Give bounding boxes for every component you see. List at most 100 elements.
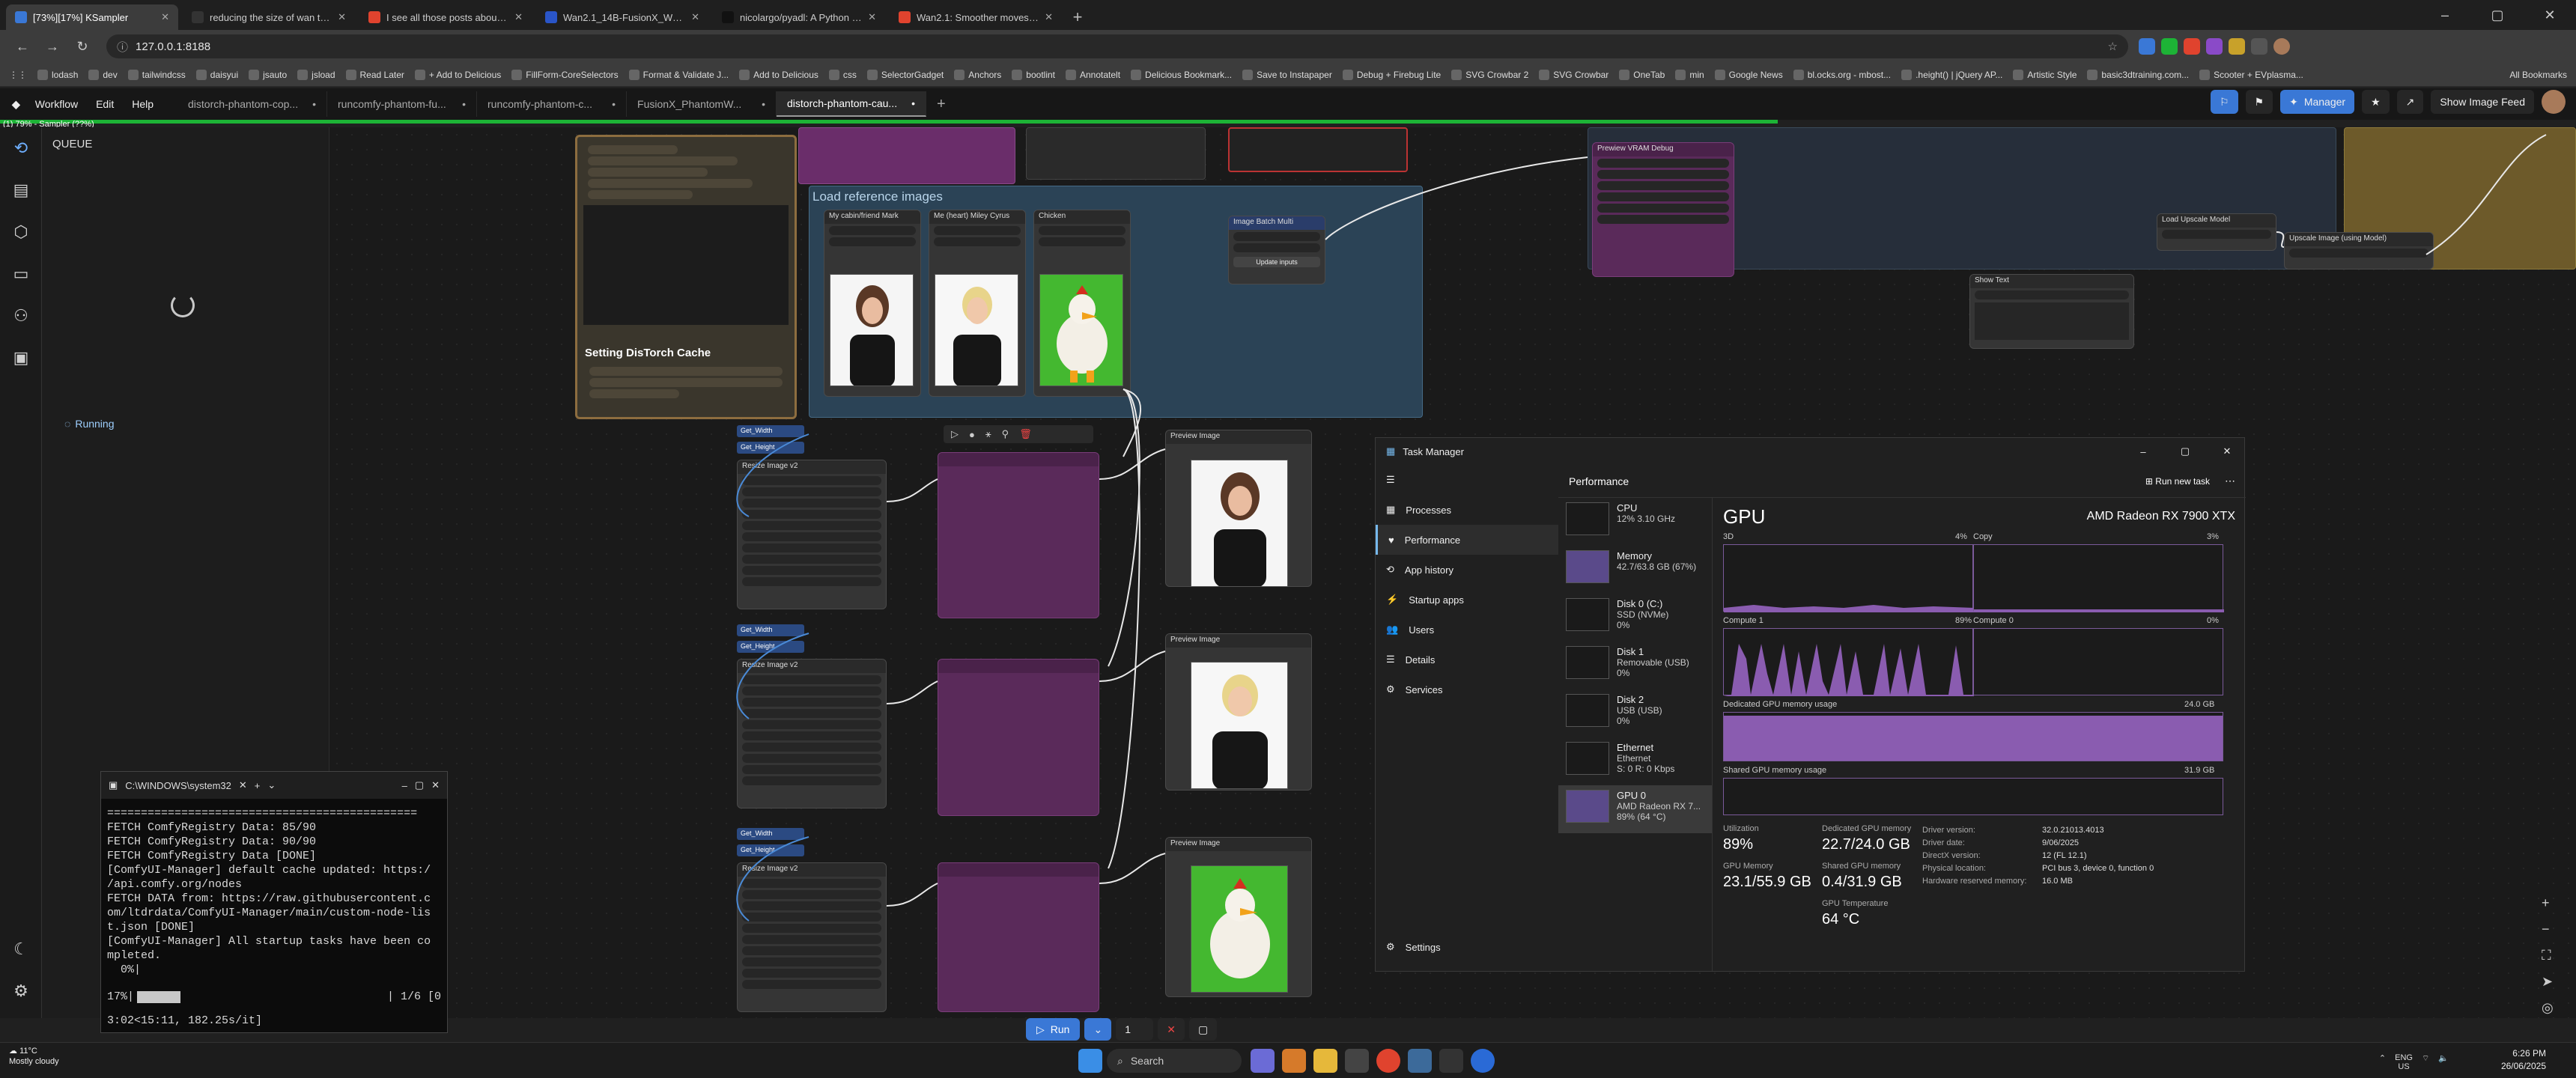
browser-tab[interactable]: I see all those posts about Fu ✕ bbox=[359, 4, 532, 30]
user-avatar[interactable] bbox=[2542, 90, 2566, 114]
task-manager-window[interactable]: ▦ Task Manager – ▢ ✕ ☰ ▦ Processes ♥ Perfor… bbox=[1375, 437, 2246, 972]
images-icon[interactable]: ▣ bbox=[0, 337, 42, 379]
all-bookmarks[interactable]: All Bookmarks bbox=[2509, 70, 2567, 80]
perf-item[interactable]: Disk 1 Removable (USB) 0% bbox=[1558, 642, 1712, 689]
tab-close-icon[interactable]: ✕ bbox=[868, 11, 876, 23]
workflow-tab[interactable]: distorch-phantom-cau... • bbox=[777, 91, 927, 117]
canvas-mode-button[interactable]: ⚐ bbox=[2210, 90, 2238, 114]
close-button[interactable]: ✕ bbox=[2210, 445, 2244, 457]
bookmark-item[interactable]: Debug + Firebug Lite bbox=[1342, 69, 1441, 80]
extension-icon[interactable] bbox=[2184, 38, 2200, 55]
volume-icon[interactable]: 🔈 bbox=[2438, 1053, 2449, 1071]
extension-icon[interactable] bbox=[2229, 38, 2245, 55]
minimize-button[interactable]: – bbox=[2126, 446, 2160, 457]
show-image-feed-button[interactable]: Show Image Feed bbox=[2431, 90, 2534, 114]
terminal-taskbar-icon[interactable] bbox=[1439, 1049, 1463, 1073]
nav-app-history[interactable]: ⟲ App history bbox=[1376, 555, 1558, 585]
tab-close-icon[interactable]: • bbox=[612, 98, 616, 110]
bookmark-item[interactable]: dev bbox=[88, 69, 118, 80]
taskbar-search[interactable]: ⌕ Search bbox=[1107, 1049, 1242, 1073]
tab-close-icon[interactable]: • bbox=[762, 98, 765, 110]
nav-details[interactable]: ☰ Details bbox=[1376, 645, 1558, 674]
menu-edit[interactable]: Edit bbox=[87, 98, 123, 110]
running-status[interactable]: ◌ Running bbox=[64, 418, 114, 430]
profile-avatar[interactable] bbox=[2273, 38, 2290, 55]
browser-tab[interactable]: nicolargo/pyadl: A Python wrap ✕ bbox=[713, 4, 885, 30]
bookmark-item[interactable]: SelectorGadget bbox=[866, 69, 944, 80]
explorer-icon[interactable] bbox=[1313, 1049, 1337, 1073]
tab-close-icon[interactable]: ✕ bbox=[338, 11, 346, 23]
tab-close-icon[interactable]: ✕ bbox=[691, 11, 699, 23]
bookmark-item[interactable]: Save to Instapaper bbox=[1242, 69, 1332, 80]
bookmark-item[interactable]: basic3dtraining.com... bbox=[2087, 69, 2189, 80]
bookmark-item[interactable]: jsauto bbox=[249, 69, 287, 80]
add-workflow-tab-button[interactable]: + bbox=[926, 96, 956, 113]
close-button[interactable]: ✕ bbox=[431, 779, 440, 791]
node-library-icon[interactable]: ▤ bbox=[0, 169, 42, 211]
cancel-icon[interactable]: ✕ bbox=[1158, 1018, 1185, 1041]
chrome-icon[interactable] bbox=[1376, 1049, 1400, 1073]
perf-item[interactable]: Ethernet Ethernet S: 0 R: 0 Kbps bbox=[1558, 737, 1712, 785]
tab-close-icon[interactable]: ✕ bbox=[161, 11, 169, 23]
bookmark-item[interactable]: bl.ocks.org - mbost... bbox=[1793, 69, 1891, 80]
tab-close-icon[interactable]: • bbox=[312, 98, 316, 110]
batch-count-input[interactable]: 1 bbox=[1116, 1018, 1154, 1041]
bookmark-item[interactable]: .height() | jQuery AP... bbox=[1901, 69, 2002, 80]
bookmark-item[interactable]: tailwindcss bbox=[127, 69, 186, 80]
task-manager-taskbar-icon[interactable] bbox=[1408, 1049, 1432, 1073]
more-options-icon[interactable]: ⋯ bbox=[2225, 475, 2235, 487]
browser-tab[interactable]: Wan2.1: Smoother moves and ✕ bbox=[890, 4, 1062, 30]
weather-widget[interactable]: ☁ 11°C Mostly cloudy bbox=[9, 1046, 59, 1067]
zoom-out-icon[interactable]: − bbox=[2542, 922, 2554, 937]
language-indicator[interactable]: ENG US bbox=[2395, 1053, 2413, 1071]
app-icon[interactable] bbox=[1251, 1049, 1275, 1073]
templates-icon[interactable]: ⚇ bbox=[0, 295, 42, 337]
app-icon[interactable] bbox=[1282, 1049, 1306, 1073]
bookmark-item[interactable]: daisyui bbox=[195, 69, 238, 80]
perf-item[interactable]: Disk 0 (C:) SSD (NVMe) 0% bbox=[1558, 594, 1712, 642]
extension-icon[interactable] bbox=[2161, 38, 2178, 55]
browser-tab[interactable]: [73%][17%] KSampler ✕ bbox=[6, 4, 178, 30]
maximize-button[interactable]: ▢ bbox=[415, 779, 424, 791]
run-button[interactable]: ▷ Run bbox=[1026, 1018, 1081, 1041]
app-icon[interactable] bbox=[1345, 1049, 1369, 1073]
minimize-button[interactable]: – bbox=[2419, 0, 2471, 30]
network-icon[interactable]: ⌔ bbox=[2422, 1053, 2429, 1071]
clock[interactable]: 6:26 PM 26/06/2025 bbox=[2501, 1047, 2546, 1073]
maximize-button[interactable]: ▢ bbox=[2471, 0, 2524, 30]
queue-history-icon[interactable]: ⟲ bbox=[0, 127, 42, 169]
bookmark-item[interactable]: SVG Crowbar bbox=[1539, 69, 1609, 80]
workflow-tab[interactable]: distorch-phantom-cop... • bbox=[177, 91, 328, 117]
extension-icon[interactable] bbox=[2251, 38, 2267, 55]
maximize-button[interactable]: ▢ bbox=[2168, 445, 2202, 457]
bookmark-item[interactable]: min bbox=[1675, 69, 1704, 80]
tab-close-icon[interactable]: • bbox=[911, 97, 915, 109]
fit-view-icon[interactable]: ⛶ bbox=[2542, 948, 2554, 963]
start-icon[interactable] bbox=[1078, 1049, 1102, 1073]
stop-icon[interactable]: ▢ bbox=[1188, 1018, 1218, 1041]
run-mode-dropdown[interactable]: ⌄ bbox=[1084, 1018, 1112, 1041]
theme-toggle-icon[interactable]: ☾ bbox=[0, 928, 42, 970]
bookmark-item[interactable]: Format & Validate J... bbox=[628, 69, 729, 80]
forward-button[interactable]: → bbox=[39, 33, 66, 60]
bookmark-item[interactable]: Delicious Bookmark... bbox=[1131, 69, 1232, 80]
perf-item[interactable]: GPU 0 AMD Radeon RX 7... 89% (64 °C) bbox=[1558, 785, 1712, 833]
bookmark-item[interactable]: Annotatelt bbox=[1066, 69, 1120, 80]
zoom-in-icon[interactable]: + bbox=[2542, 895, 2554, 911]
workflow-tab[interactable]: FusionX_PhantomW... • bbox=[627, 91, 777, 117]
bookmark-item[interactable]: Artistic Style bbox=[2013, 69, 2077, 80]
bookmark-star-icon[interactable]: ☆ bbox=[2108, 40, 2118, 53]
bookmark-item[interactable]: Google News bbox=[1714, 69, 1783, 80]
bookmark-button[interactable]: ⚑ bbox=[2245, 90, 2273, 114]
hamburger-menu-icon[interactable]: ☰ bbox=[1376, 465, 1558, 495]
bookmark-item[interactable]: Read Later bbox=[345, 69, 404, 80]
reload-button[interactable]: ↻ bbox=[69, 33, 96, 60]
menu-help[interactable]: Help bbox=[123, 98, 162, 110]
workflow-tab[interactable]: runcomfy-phantom-fu... • bbox=[327, 91, 478, 117]
terminal-window[interactable]: ▣ C:\WINDOWS\system32 ✕ + ⌄ – ▢ ✕ ======… bbox=[100, 771, 448, 1033]
back-button[interactable]: ← bbox=[9, 33, 36, 60]
nav-startup-apps[interactable]: ⚡ Startup apps bbox=[1376, 585, 1558, 615]
bookmark-item[interactable]: SVG Crowbar 2 bbox=[1451, 69, 1528, 80]
star-button[interactable]: ★ bbox=[2362, 90, 2390, 114]
tab-close-icon[interactable]: ✕ bbox=[514, 11, 523, 23]
